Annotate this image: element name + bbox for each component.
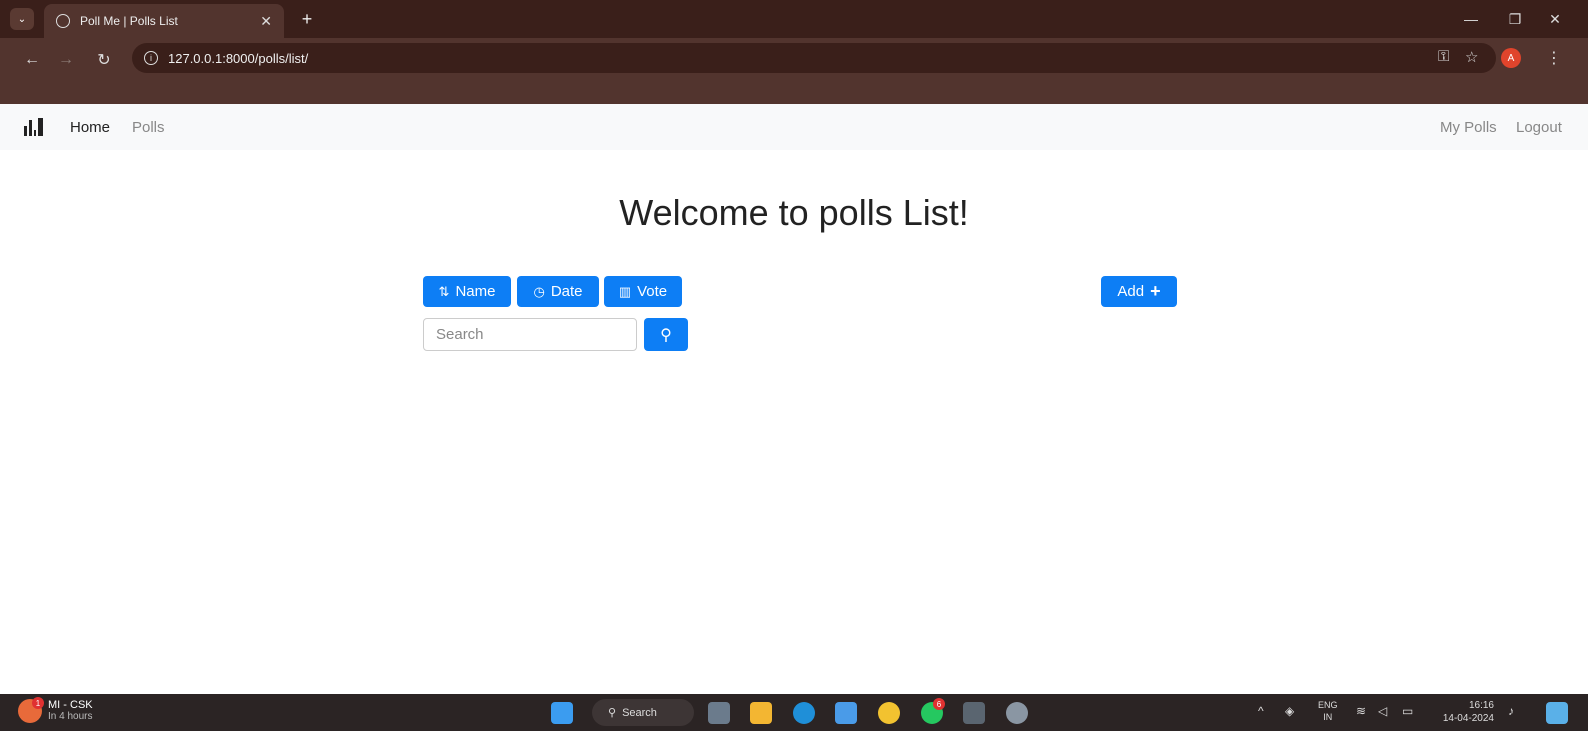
address-bar[interactable]: i 127.0.0.1:8000/polls/list/	[132, 43, 1496, 73]
add-poll-button[interactable]: Add +	[1101, 276, 1177, 307]
edge-browser-icon[interactable]	[793, 702, 815, 724]
minimize-icon[interactable]: —	[1456, 8, 1486, 30]
sort-by-date-button[interactable]: ◷ Date	[517, 276, 599, 307]
nav-logout-link[interactable]: Logout	[1516, 119, 1562, 136]
search-button[interactable]: ⚲	[644, 318, 688, 351]
bar-chart-icon: ▥	[618, 283, 632, 299]
battery-icon[interactable]: ▭	[1402, 704, 1413, 718]
nav-my-polls-link[interactable]: My Polls	[1440, 119, 1497, 136]
windows-taskbar: 1 MI - CSK In 4 hours ⚲ Search 6 ^ ◈ ENG…	[0, 694, 1588, 731]
profile-avatar[interactable]: A	[1501, 48, 1521, 68]
terminal-icon[interactable]	[963, 702, 985, 724]
chrome-browser-icon[interactable]	[878, 702, 900, 724]
tab-close-icon[interactable]: ✕	[260, 13, 272, 30]
volume-icon[interactable]: ◁	[1378, 704, 1387, 718]
tab-title: Poll Me | Polls List	[80, 14, 178, 28]
task-view-icon[interactable]	[708, 702, 730, 724]
restore-icon[interactable]: ❐	[1500, 8, 1530, 30]
notification-bell-icon[interactable]: ♪	[1508, 704, 1514, 718]
weather-title: MI - CSK	[48, 699, 93, 711]
sort-by-name-button[interactable]: ⇅ Name	[423, 276, 511, 307]
site-info-icon[interactable]: i	[144, 51, 158, 65]
new-tab-plus-icon[interactable]: +	[296, 8, 318, 30]
site-navbar: Home Polls My Polls Logout	[0, 104, 1588, 150]
globe-icon	[56, 14, 70, 28]
taskbar-search[interactable]: ⚲ Search	[592, 699, 694, 726]
settings-gear-icon[interactable]	[1006, 702, 1028, 724]
browser-toolbar: ← → ↻ i 127.0.0.1:8000/polls/list/ ⚿ ☆ A…	[0, 38, 1588, 104]
sort-numeric-icon: ⇅	[438, 283, 450, 299]
tray-app-icon[interactable]: ◈	[1285, 704, 1294, 718]
cricket-weather-icon: 1	[18, 697, 44, 723]
windows-start-icon[interactable]	[551, 702, 573, 724]
file-explorer-icon[interactable]	[750, 702, 772, 724]
page-title: Welcome to polls List!	[619, 192, 969, 233]
weather-widget[interactable]: 1 MI - CSK In 4 hours	[18, 697, 93, 723]
wifi-icon[interactable]: ≋	[1356, 704, 1366, 718]
brand-logo-icon[interactable]	[24, 118, 46, 136]
sort-by-vote-button[interactable]: ▥ Vote	[604, 276, 682, 307]
browser-menu-icon[interactable]: ⋮	[1546, 48, 1562, 68]
search-icon: ⚲	[660, 326, 672, 344]
whatsapp-badge: 6	[933, 698, 945, 710]
browser-tab[interactable]: Poll Me | Polls List ✕	[44, 4, 284, 38]
forward-arrow-icon[interactable]: →	[54, 48, 78, 72]
store-icon[interactable]	[835, 702, 857, 724]
reload-icon[interactable]: ↻	[92, 48, 116, 72]
plus-icon: +	[1150, 281, 1161, 301]
browser-tab-bar: ⌄ Poll Me | Polls List ✕ + — ❐ ✕	[0, 0, 1588, 38]
bookmark-star-icon[interactable]: ☆	[1465, 48, 1478, 66]
nav-polls-link[interactable]: Polls	[132, 119, 165, 136]
clock-icon: ◷	[533, 283, 545, 299]
taskbar-search-icon: ⚲	[608, 707, 617, 719]
taskbar-clock[interactable]: 16:16 14-04-2024	[1430, 699, 1494, 725]
language-indicator[interactable]: ENG IN	[1318, 699, 1338, 723]
back-arrow-icon[interactable]: ←	[20, 48, 44, 72]
nav-home-link[interactable]: Home	[70, 119, 110, 136]
tray-chevron-up-icon[interactable]: ^	[1258, 704, 1264, 718]
search-input[interactable]	[423, 318, 637, 351]
password-key-icon[interactable]: ⚿	[1438, 48, 1449, 65]
tab-search-chevron-icon[interactable]: ⌄	[10, 8, 34, 30]
whatsapp-icon[interactable]: 6	[921, 698, 945, 724]
copilot-icon[interactable]	[1546, 702, 1568, 724]
window-close-icon[interactable]: ✕	[1540, 8, 1570, 30]
weather-subtitle: In 4 hours	[48, 711, 93, 722]
url-text: 127.0.0.1:8000/polls/list/	[168, 50, 309, 66]
weather-badge: 1	[32, 697, 44, 709]
